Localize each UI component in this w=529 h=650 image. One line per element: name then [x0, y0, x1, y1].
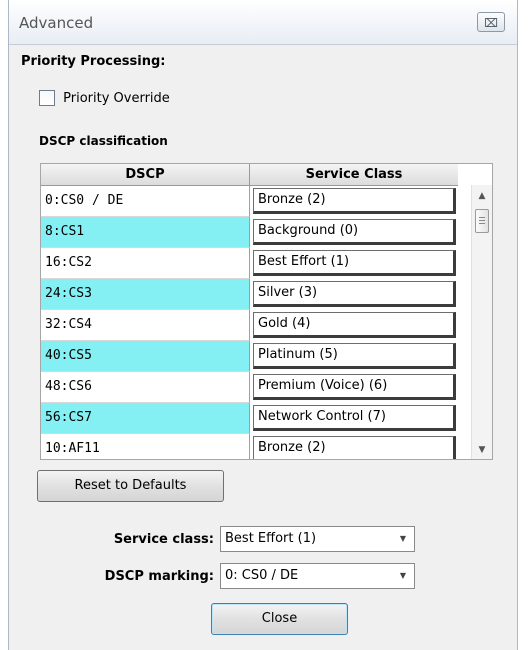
vertical-scrollbar[interactable]: ▲ ▼: [471, 185, 492, 459]
dscp-cell[interactable]: 10:AF11: [41, 434, 250, 459]
window-title: Advanced: [19, 14, 94, 32]
chevron-down-icon: ▼: [399, 534, 406, 543]
table-row: 16:CS2 Best Effort (1): [41, 248, 458, 279]
grid-header: DSCP Service Class: [41, 164, 458, 186]
up-arrow-icon[interactable]: ▲: [472, 187, 492, 205]
dscp-cell[interactable]: 8:CS1: [41, 217, 250, 248]
service-class-label: Service class:: [113, 532, 214, 547]
dscp-cell[interactable]: 32:CS4: [41, 310, 250, 341]
service-class-cell[interactable]: Silver (3): [253, 281, 456, 307]
table-row: 10:AF11 Bronze (2): [41, 434, 458, 459]
close-button[interactable]: Close: [211, 603, 348, 635]
dscp-marking-select[interactable]: 0: CS0 / DE ▼: [220, 563, 415, 589]
dscp-cell[interactable]: 56:CS7: [41, 403, 250, 434]
column-header-dscp[interactable]: DSCP: [41, 164, 250, 185]
table-row: 40:CS5 Platinum (5): [41, 341, 458, 372]
column-header-service-class[interactable]: Service Class: [250, 164, 458, 185]
service-class-cell[interactable]: Bronze (2): [253, 436, 456, 459]
table-row: 48:CS6 Premium (Voice) (6): [41, 372, 458, 403]
service-class-cell[interactable]: Background (0): [253, 219, 456, 245]
dscp-cell[interactable]: 24:CS3: [41, 279, 250, 310]
table-row: 56:CS7 Network Control (7): [41, 403, 458, 434]
service-class-select[interactable]: Best Effort (1) ▼: [220, 526, 415, 552]
reset-to-defaults-button[interactable]: Reset to Defaults: [37, 470, 224, 502]
close-icon: ⌧: [484, 16, 498, 30]
dscp-cell[interactable]: 16:CS2: [41, 248, 250, 279]
chevron-down-icon: ▼: [399, 571, 406, 580]
grip-line: [479, 217, 485, 218]
priority-override-row[interactable]: Priority Override: [39, 90, 170, 110]
dscp-grid: DSCP Service Class 0:CS0 / DE Bronze (2)…: [40, 163, 493, 460]
dscp-marking-label: DSCP marking:: [104, 569, 214, 584]
service-class-cell[interactable]: Premium (Voice) (6): [253, 374, 456, 400]
grid-rows: 0:CS0 / DE Bronze (2) 8:CS1 Background (…: [41, 186, 458, 459]
priority-override-label[interactable]: Priority Override: [63, 91, 170, 106]
table-row: 8:CS1 Background (0): [41, 217, 458, 248]
dscp-cell[interactable]: 0:CS0 / DE: [41, 186, 250, 217]
advanced-dialog: Advanced ⌧ Priority Processing: Priority…: [8, 0, 518, 650]
priority-processing-title: Priority Processing:: [21, 54, 166, 69]
table-row: 0:CS0 / DE Bronze (2): [41, 186, 458, 217]
grip-line: [479, 223, 485, 224]
dscp-cell[interactable]: 48:CS6: [41, 372, 250, 403]
dscp-marking-value: 0: CS0 / DE: [225, 568, 299, 583]
close-window-button[interactable]: ⌧: [477, 12, 505, 32]
priority-override-checkbox[interactable]: [39, 90, 55, 106]
dscp-cell[interactable]: 40:CS5: [41, 341, 250, 372]
table-row: 24:CS3 Silver (3): [41, 279, 458, 310]
service-class-cell[interactable]: Best Effort (1): [253, 250, 456, 276]
grip-line: [479, 220, 485, 221]
service-class-cell[interactable]: Platinum (5): [253, 343, 456, 369]
table-row: 32:CS4 Gold (4): [41, 310, 458, 341]
down-arrow-icon[interactable]: ▼: [472, 441, 492, 459]
scroll-thumb[interactable]: [475, 209, 489, 233]
service-class-cell[interactable]: Gold (4): [253, 312, 456, 338]
service-class-value: Best Effort (1): [225, 531, 317, 546]
service-class-cell[interactable]: Bronze (2): [253, 188, 456, 214]
dscp-classification-title: DSCP classification: [39, 134, 168, 148]
title-bar: Advanced ⌧: [9, 0, 517, 45]
service-class-cell[interactable]: Network Control (7): [253, 405, 456, 431]
